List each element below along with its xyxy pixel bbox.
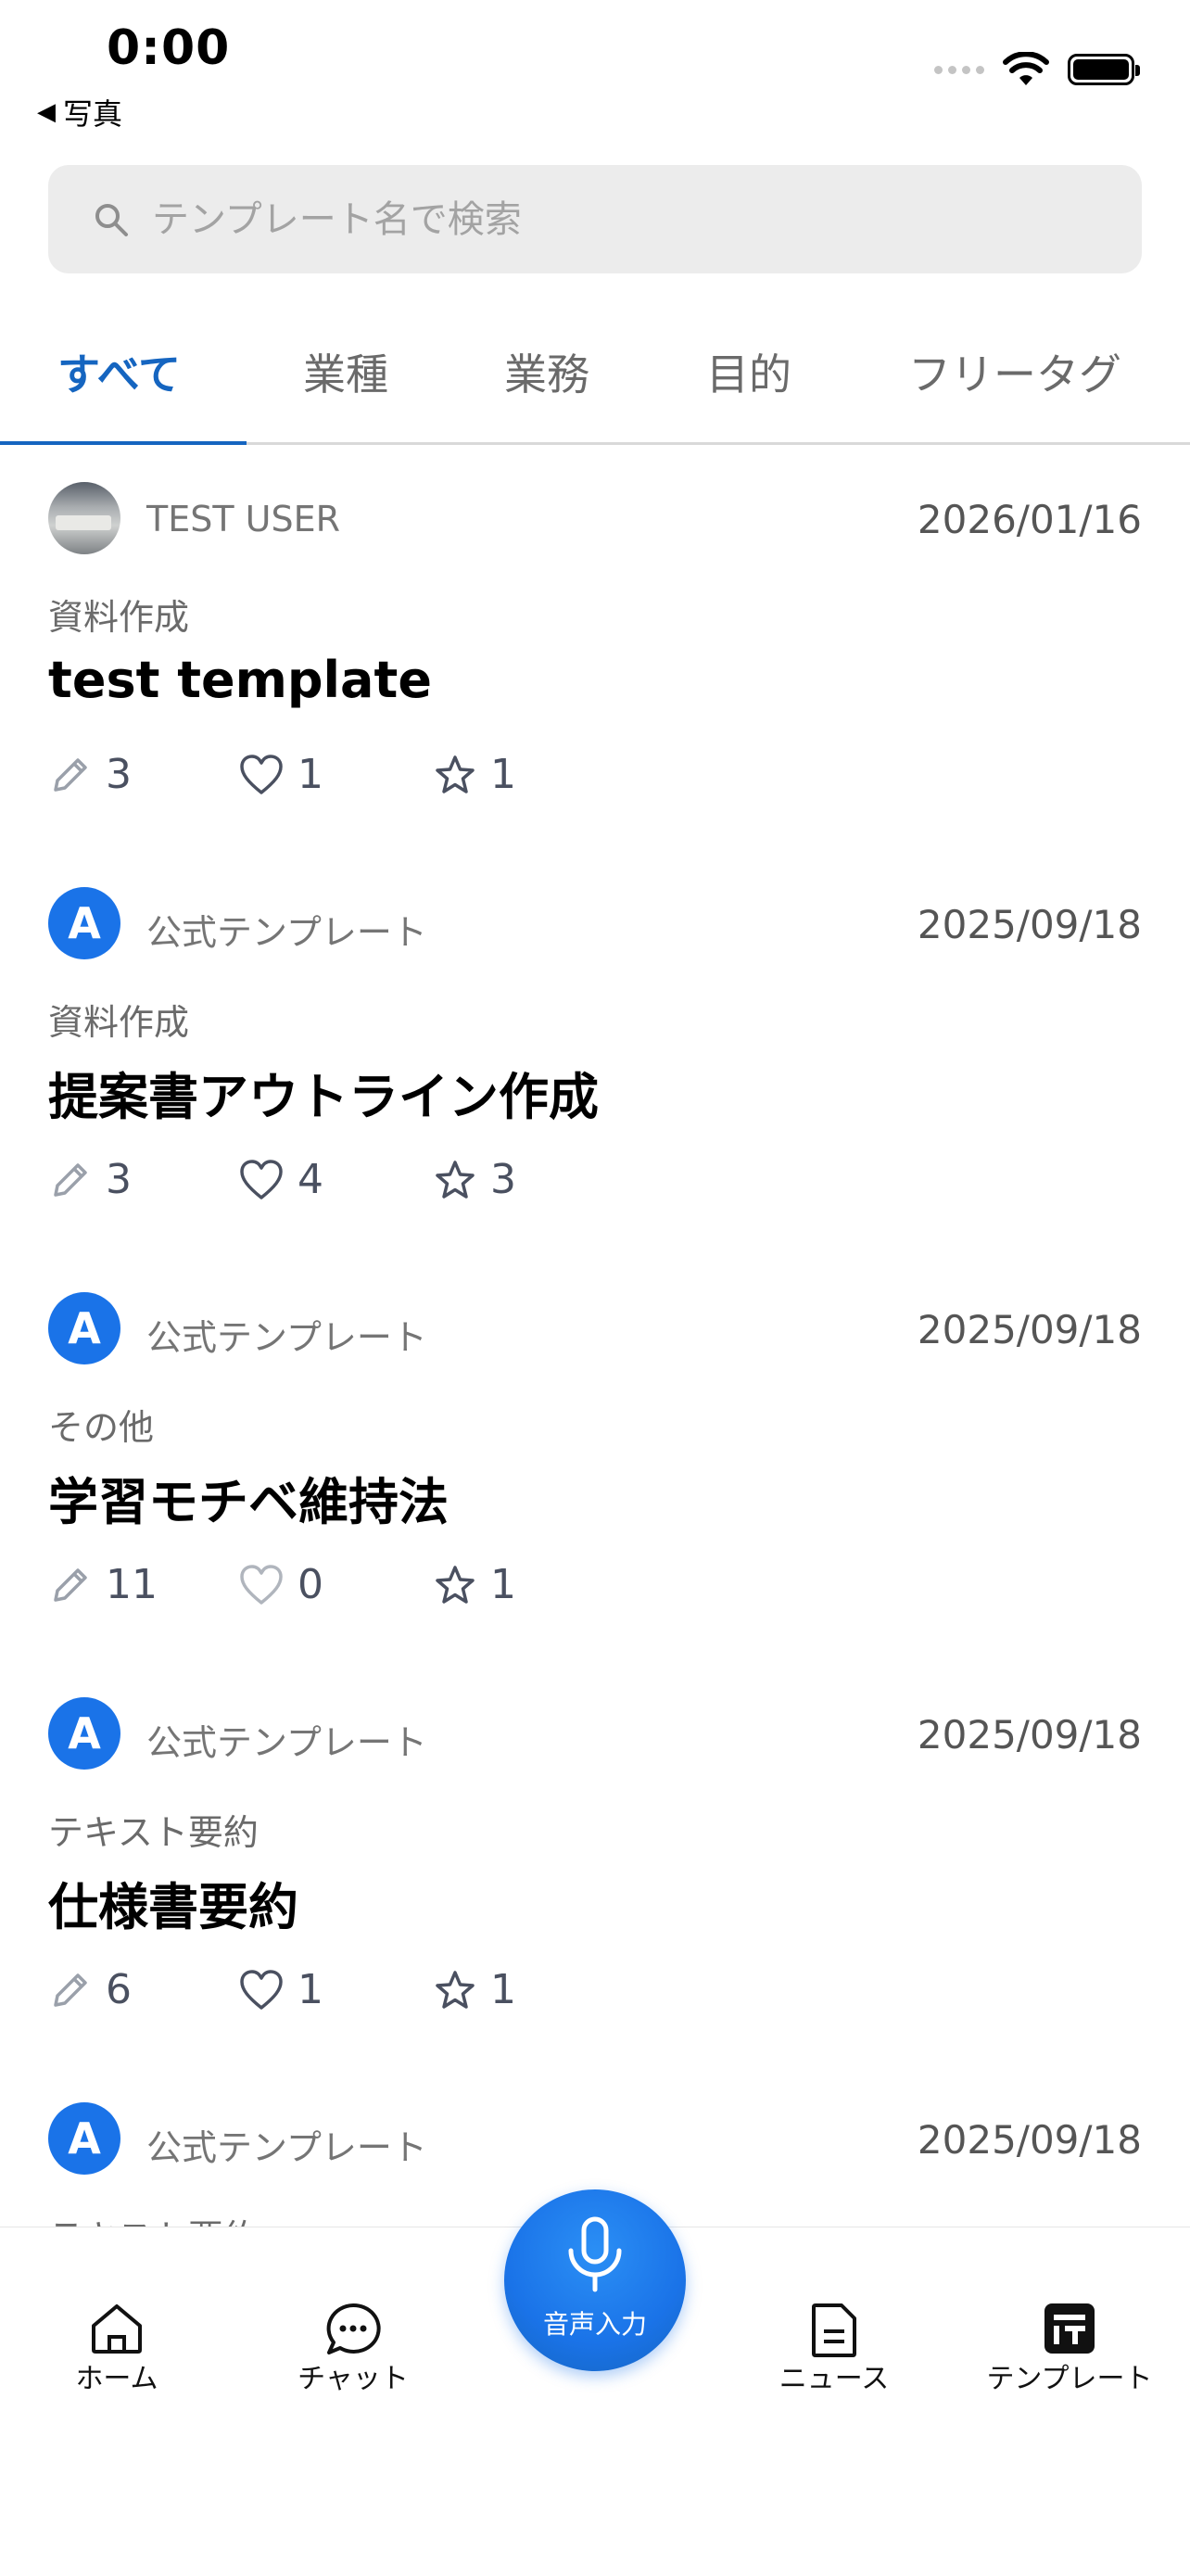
official-avatar: A [48,1292,120,1364]
use-count: 3 [48,751,238,798]
heart-icon [240,754,283,794]
tab-all[interactable]: すべて [57,341,181,402]
template-stats: 6 1 1 [48,1966,516,2013]
template-category: 資料作成 [48,597,190,638]
nav-chat-label: チャット [298,2363,409,2395]
template-icon [1044,2303,1095,2354]
user-avatar [48,482,120,554]
heart-icon [240,1969,283,2010]
home-icon [92,2304,142,2354]
document-icon [812,2303,856,2357]
template-title: test template [48,651,432,709]
back-triangle-icon: ◀ [37,98,56,126]
template-category: その他 [48,1407,155,1448]
status-indicators [934,52,1140,87]
like-count[interactable]: 4 [238,1156,433,1203]
star-icon [436,1970,475,2009]
star-icon [436,1565,475,1604]
tab-task[interactable]: 業務 [504,341,589,402]
back-app-label: 写真 [63,96,123,132]
cellular-signal-icon [934,65,984,74]
use-count: 6 [48,1966,238,2013]
template-card[interactable]: A 公式テンプレート 2025/09/18 テキスト要約 仕様書要約 6 1 1 [0,1660,1190,2065]
official-avatar: A [48,2102,120,2175]
author-name: TEST USER [146,499,340,539]
template-card[interactable]: TEST USER 2026/01/16 資料作成 test template … [0,445,1190,850]
favorite-count[interactable]: 3 [433,1156,516,1203]
microphone-icon [568,2216,622,2292]
star-icon [436,755,475,793]
voice-input-label: 音声入力 [542,2309,647,2340]
tab-free-tag[interactable]: フリータグ [908,341,1121,402]
wifi-icon [1003,52,1049,85]
pencil-icon [54,1973,87,2007]
official-avatar: A [48,887,120,959]
template-category: テキスト要約 [48,1812,259,1853]
chat-bubble-icon [326,2303,381,2354]
search-icon [95,203,128,236]
search-input[interactable] [150,197,1081,242]
filter-tabs: すべて 業種 業務 目的 フリータグ [0,315,1190,445]
status-time: 0:00 [107,20,231,76]
template-stats: 11 0 1 [48,1561,516,1608]
favorite-count[interactable]: 1 [433,1966,516,2013]
pencil-icon [54,1567,87,1602]
tab-purpose[interactable]: 目的 [706,341,791,402]
author-name: 公式テンプレート [146,2127,427,2168]
battery-icon [1068,54,1140,85]
favorite-count[interactable]: 1 [433,751,516,798]
heart-icon [240,1564,283,1605]
pencil-icon [54,1162,87,1197]
search-bar[interactable] [48,165,1142,273]
author-name: 公式テンプレート [146,1317,427,1358]
template-stats: 3 4 3 [48,1156,516,1203]
template-date: 2025/09/18 [917,1712,1142,1758]
heart-icon [240,1159,283,1199]
voice-input-button[interactable]: 音声入力 [504,2189,686,2371]
author-name: 公式テンプレート [146,1722,427,1763]
template-date: 2025/09/18 [917,902,1142,947]
pencil-icon [54,757,87,792]
template-date: 2026/01/16 [917,497,1142,542]
nav-template-label: テンプレート [986,2363,1153,2395]
star-icon [436,1160,475,1199]
like-count[interactable]: 1 [238,1966,433,2013]
nav-home-label: ホーム [75,2363,158,2395]
use-count: 3 [48,1156,238,1203]
like-count[interactable]: 0 [238,1561,433,1608]
template-title: 提案書アウトライン作成 [48,1068,599,1126]
back-to-app-button[interactable]: ◀ 写真 [37,91,122,133]
template-stats: 3 1 1 [48,751,516,798]
tab-industry[interactable]: 業種 [303,341,388,402]
template-title: 仕様書要約 [48,1878,298,1936]
favorite-count[interactable]: 1 [433,1561,516,1608]
template-date: 2025/09/18 [917,2117,1142,2163]
author-name: 公式テンプレート [146,912,427,953]
like-count[interactable]: 1 [238,751,433,798]
template-category: 資料作成 [48,1002,190,1043]
template-card[interactable]: A 公式テンプレート 2025/09/18 資料作成 提案書アウトライン作成 3… [0,850,1190,1255]
official-avatar: A [48,1697,120,1770]
template-title: 学習モチベ維持法 [48,1473,449,1531]
nav-news-label: ニュース [779,2363,890,2395]
use-count: 11 [48,1561,238,1608]
template-card[interactable]: A 公式テンプレート 2025/09/18 その他 学習モチベ維持法 11 0 … [0,1255,1190,1660]
template-date: 2025/09/18 [917,1307,1142,1352]
